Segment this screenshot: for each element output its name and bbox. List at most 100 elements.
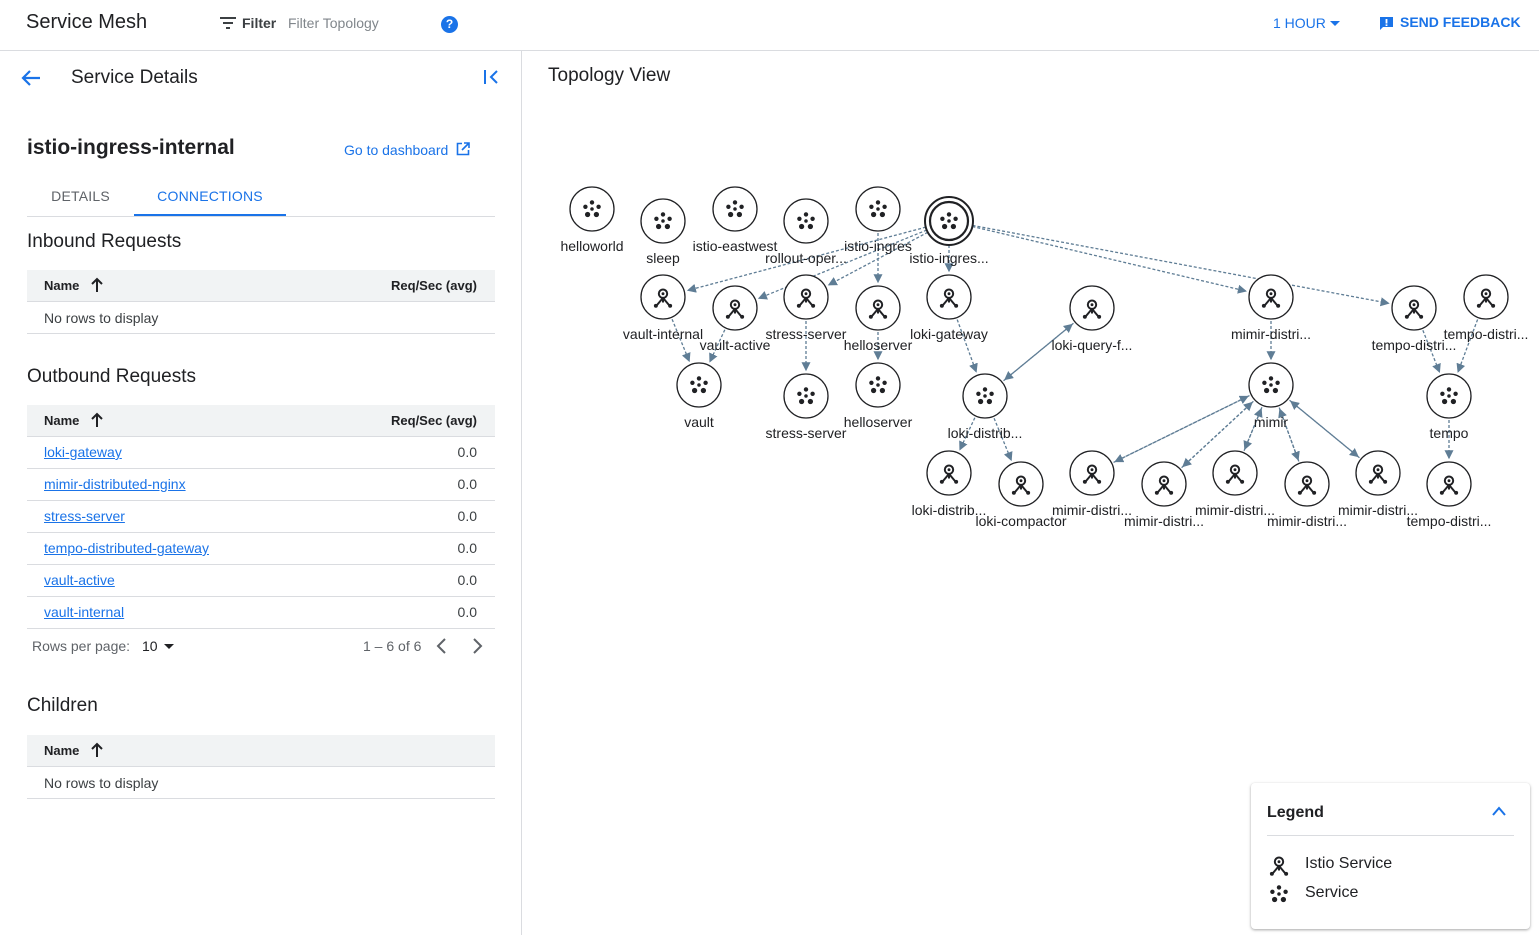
outbound-requests-title: Outbound Requests xyxy=(27,366,197,387)
go-to-dashboard-link[interactable]: Go to dashboard xyxy=(344,142,448,158)
edge-istio-ingres-internal-to-mimir-distri-top xyxy=(972,225,1247,294)
node-mimir-distri-4[interactable]: mimir-distri... xyxy=(1267,461,1347,529)
empty-row: No rows to display xyxy=(27,302,495,334)
chevron-down-icon[interactable] xyxy=(1330,21,1340,26)
row-name-link[interactable]: tempo-distributed-gateway xyxy=(44,540,209,556)
node-label: vault-active xyxy=(700,337,771,353)
node-label: helloserver xyxy=(844,414,913,430)
column-header-name[interactable]: Name xyxy=(44,743,79,758)
table-row: stress-server 0.0 xyxy=(27,501,495,533)
table-row: loki-gateway 0.0 xyxy=(27,437,495,469)
row-value: 0.0 xyxy=(457,444,477,460)
row-name-link[interactable]: vault-internal xyxy=(44,604,124,620)
help-circle-icon[interactable]: ? xyxy=(441,16,458,33)
table-row: vault-active 0.0 xyxy=(27,565,495,597)
send-feedback-button[interactable]: SEND FEEDBACK xyxy=(1400,14,1521,30)
row-name-link[interactable]: loki-gateway xyxy=(44,444,122,460)
row-name-link[interactable]: vault-active xyxy=(44,572,115,588)
service-details-panel: Service Details istio-ingress-internal G… xyxy=(0,51,522,935)
node-loki-query-f[interactable]: loki-query-f... xyxy=(1052,285,1133,353)
rows-per-page-label: Rows per page: xyxy=(32,638,131,654)
chevron-up-icon[interactable] xyxy=(1491,805,1507,817)
node-rollout-oper[interactable]: rollout-oper... xyxy=(765,198,847,266)
row-name-link[interactable]: mimir-distributed-nginx xyxy=(44,476,186,492)
tab-details[interactable]: DETAILS xyxy=(27,180,134,216)
node-istio-ingres-internal[interactable]: istio-ingres... xyxy=(909,196,989,266)
node-label: vault-internal xyxy=(623,326,703,342)
sort-arrow-up-icon[interactable] xyxy=(90,277,104,293)
node-loki-distrib-svc[interactable]: loki-distrib... xyxy=(948,373,1023,441)
chevron-right-icon[interactable] xyxy=(467,636,487,656)
chevron-left-icon[interactable] xyxy=(432,636,452,656)
empty-row: No rows to display xyxy=(27,767,495,799)
sort-arrow-up-icon[interactable] xyxy=(90,412,104,428)
chevron-down-icon[interactable] xyxy=(164,644,174,649)
node-helloserver[interactable]: helloserver xyxy=(844,362,913,430)
node-mimir-distri-5[interactable]: mimir-distri... xyxy=(1338,450,1418,518)
tab-connections[interactable]: CONNECTIONS xyxy=(134,180,286,216)
page-range: 1 – 6 of 6 xyxy=(363,638,422,654)
node-label: mimir-distri... xyxy=(1052,502,1132,518)
row-name-link[interactable]: stress-server xyxy=(44,508,125,524)
legend-title: Legend xyxy=(1267,804,1324,821)
node-helloworld[interactable]: helloworld xyxy=(560,186,624,254)
node-sleep[interactable]: sleep xyxy=(640,198,686,266)
sort-arrow-up-icon[interactable] xyxy=(90,742,104,758)
node-mimir-distri-2[interactable]: mimir-distri... xyxy=(1124,461,1204,529)
node-tempo-distri-b[interactable]: tempo-distri... xyxy=(1444,274,1529,342)
filter-label[interactable]: Filter xyxy=(242,15,276,31)
column-header-name[interactable]: Name xyxy=(44,278,79,293)
node-label: stress-server xyxy=(766,425,847,441)
filter-topology-input[interactable] xyxy=(288,12,428,34)
row-value: 0.0 xyxy=(457,508,477,524)
rows-per-page-select[interactable]: 10 xyxy=(142,638,158,654)
node-mimir[interactable]: mimir xyxy=(1248,362,1294,430)
node-loki-gateway[interactable]: loki-gateway xyxy=(910,274,988,342)
node-stress-server-istio[interactable]: stress-server xyxy=(766,274,847,342)
node-label: mimir xyxy=(1254,414,1289,430)
top-bar: Service Mesh Filter ? 1 HOUR SEND FEEDBA… xyxy=(0,0,1539,51)
time-range-select[interactable]: 1 HOUR xyxy=(1273,15,1326,31)
back-arrow-icon[interactable] xyxy=(20,68,42,88)
node-mimir-distri-top[interactable]: mimir-distri... xyxy=(1231,274,1311,342)
node-tempo[interactable]: tempo xyxy=(1426,373,1472,441)
table-row: tempo-distributed-gateway 0.0 xyxy=(27,533,495,565)
node-loki-compactor[interactable]: loki-compactor xyxy=(975,461,1067,529)
column-header-name[interactable]: Name xyxy=(44,413,79,428)
node-tempo-distri-c[interactable]: tempo-distri... xyxy=(1407,461,1492,529)
node-mimir-distri-3[interactable]: mimir-distri... xyxy=(1195,450,1275,518)
edge-istio-ingres-internal-to-tempo-distri-a xyxy=(972,224,1390,307)
node-label: helloworld xyxy=(560,238,623,254)
node-label: mimir-distri... xyxy=(1267,513,1347,529)
collapse-panel-icon[interactable] xyxy=(482,68,500,86)
node-vault-active[interactable]: vault-active xyxy=(700,285,771,353)
node-label: mimir-distri... xyxy=(1124,513,1204,529)
node-tempo-distri-a[interactable]: tempo-distri... xyxy=(1372,285,1457,353)
column-header-req-sec[interactable]: Req/Sec (avg) xyxy=(391,413,477,428)
feedback-icon[interactable] xyxy=(1378,15,1395,32)
node-loki-distrib-istio[interactable]: loki-distrib... xyxy=(912,450,987,518)
node-istio-ingres[interactable]: istio-ingres xyxy=(844,186,912,254)
legend-divider xyxy=(1267,835,1514,836)
table-header: Name xyxy=(27,735,495,767)
node-label: tempo-distri... xyxy=(1444,326,1529,342)
node-label: tempo-distri... xyxy=(1407,513,1492,529)
node-stress-server[interactable]: stress-server xyxy=(766,373,847,441)
node-label: istio-ingres... xyxy=(909,250,988,266)
node-vault-internal[interactable]: vault-internal xyxy=(623,274,703,342)
node-mimir-distri-1[interactable]: mimir-distri... xyxy=(1052,450,1132,518)
filter-icon[interactable] xyxy=(219,15,237,31)
node-label: mimir-distri... xyxy=(1231,326,1311,342)
istio-service-icon xyxy=(1268,856,1290,876)
tab-bar: DETAILS CONNECTIONS xyxy=(27,180,495,217)
legend-panel: Legend Istio Service Service xyxy=(1251,783,1530,929)
column-header-req-sec[interactable]: Req/Sec (avg) xyxy=(391,278,477,293)
row-value: 0.0 xyxy=(457,476,477,492)
node-helloserver-istio[interactable]: helloserver xyxy=(844,285,913,353)
empty-message: No rows to display xyxy=(44,775,159,791)
node-istio-eastwest[interactable]: istio-eastwest xyxy=(693,186,778,254)
open-in-new-icon[interactable] xyxy=(456,142,470,156)
node-vault[interactable]: vault xyxy=(676,362,722,430)
node-label: helloserver xyxy=(844,337,913,353)
node-label: tempo xyxy=(1430,425,1469,441)
